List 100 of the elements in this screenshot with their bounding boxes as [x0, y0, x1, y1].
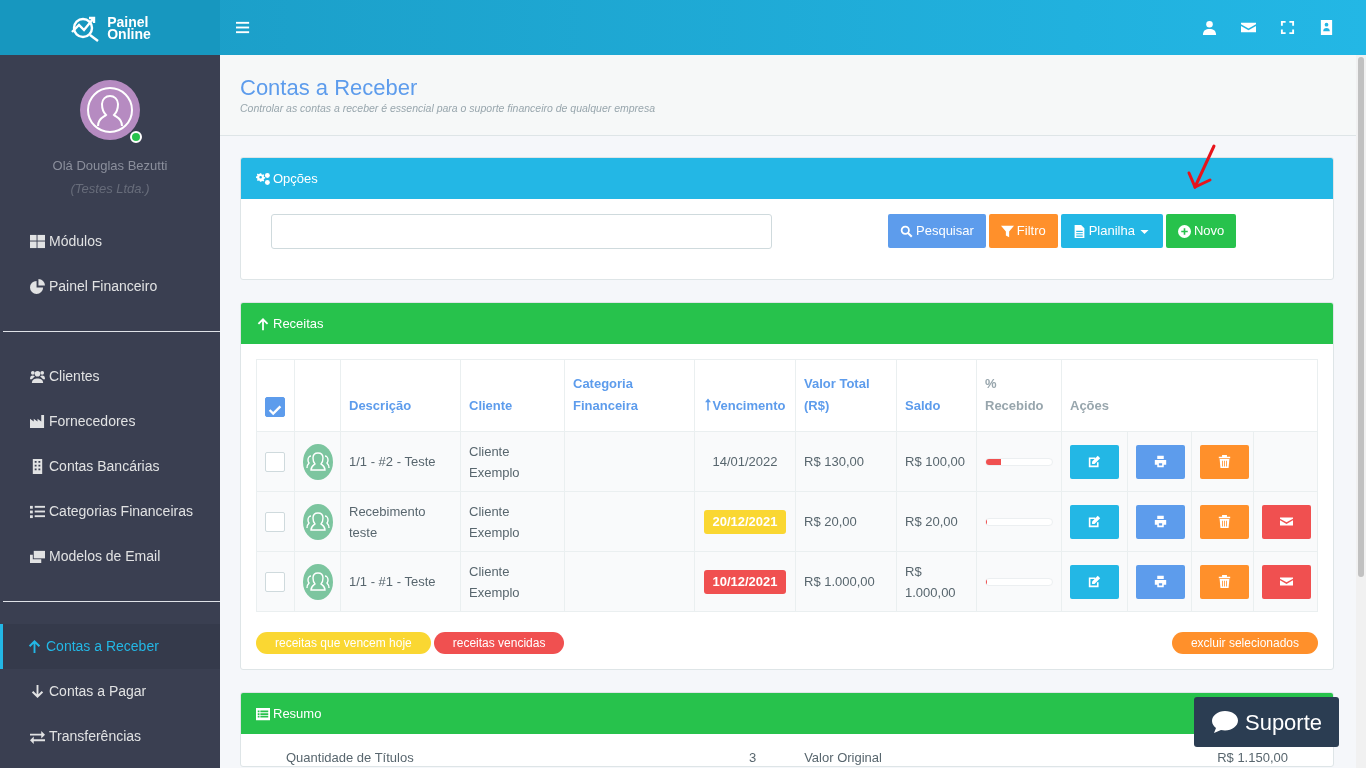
due-date-badge: 10/12/2021 [704, 569, 786, 594]
filter-pill[interactable]: receitas vencidas [433, 632, 565, 654]
print-button[interactable] [1136, 564, 1185, 599]
arrow-up-icon [256, 316, 270, 331]
edit-icon [1088, 515, 1101, 528]
envelope-icon [1280, 515, 1293, 528]
summary-value: R$ 1.150,00 [1217, 749, 1288, 766]
table-cell: Recebimento teste [349, 503, 426, 540]
edit-button[interactable] [1070, 444, 1119, 479]
edit-icon [1088, 575, 1101, 588]
client-avatar [303, 503, 333, 540]
sort-arrow-icon [704, 398, 711, 411]
sidebar-item[interactable]: Clientes [0, 354, 220, 399]
table-cell: R$ 1.000,00 [804, 574, 875, 589]
delete-button[interactable] [1200, 504, 1249, 539]
trash-icon [1218, 455, 1231, 468]
page-subtitle: Controlar as contas a receber é essencial para o suporte financeiro de qualquer empresa [240, 101, 656, 116]
panel-title: Opções [273, 169, 318, 188]
brand-name: Online [107, 27, 151, 40]
sidebar-item[interactable]: Modelos de Email [0, 534, 220, 579]
list-icon [256, 706, 270, 721]
search-icon [900, 224, 913, 238]
user-greeting: Olá Douglas Bezutti [52, 157, 168, 175]
row-checkbox[interactable] [265, 571, 285, 592]
delete-selected-button[interactable]: excluir selecionados [1171, 632, 1318, 654]
summary-label: Quantidade de Títulos [286, 749, 414, 766]
sidebar-item[interactable]: Módulos [0, 219, 220, 264]
row-checkbox[interactable] [265, 451, 285, 472]
new-button[interactable]: Novo [1165, 214, 1237, 248]
chat-icon [1210, 710, 1239, 734]
edit-button[interactable] [1070, 564, 1119, 599]
edit-button[interactable] [1070, 504, 1119, 539]
printer-icon [1154, 515, 1167, 528]
column-header: Ações [1070, 397, 1111, 415]
arrows-icon [30, 729, 45, 744]
sidebar-item[interactable]: Contas a Receber [0, 624, 220, 669]
building-icon [30, 459, 45, 474]
envelope-icon [1280, 575, 1293, 588]
panel-title: Resumo [273, 704, 322, 723]
arrow-down-icon [30, 684, 45, 699]
select-all-checkbox[interactable] [265, 397, 285, 417]
table-cell: R$ 20,00 [804, 514, 857, 529]
table-cell: Cliente Exemplo [469, 503, 520, 540]
user-icon[interactable] [1202, 20, 1217, 35]
trash-icon [1218, 515, 1231, 528]
printer-icon [1154, 455, 1167, 468]
sidebar-item[interactable]: Painel Financeiro [0, 264, 220, 309]
email-button[interactable] [1262, 504, 1311, 539]
table-cell: 1/1 - #2 - Teste [349, 454, 436, 469]
gears-icon [256, 171, 270, 186]
envelopes-icon [30, 549, 45, 564]
table-cell: R$ 20,00 [905, 514, 958, 529]
brand-name: Painel [107, 15, 149, 28]
summary-value: 3 [748, 749, 757, 766]
page-title: Contas a Receber [240, 75, 419, 101]
delete-button[interactable] [1200, 444, 1249, 479]
client-avatar [303, 443, 333, 480]
print-button[interactable] [1136, 504, 1185, 539]
table-cell: R$ 100,00 [905, 454, 965, 469]
edit-icon [1088, 455, 1101, 468]
sidebar-item[interactable]: Fornecedores [0, 399, 220, 444]
sidebar-item[interactable]: Contas a Pagar [0, 669, 220, 714]
panel-title: Receitas [273, 314, 324, 333]
search-field[interactable] [271, 214, 772, 249]
summary-label: Valor Original [804, 749, 882, 766]
sidebar-item[interactable]: Contas Bancárias [0, 444, 220, 489]
search-button[interactable]: Pesquisar [888, 214, 986, 248]
support-button[interactable]: Suporte [1194, 697, 1339, 747]
sidebar-item[interactable]: Transferências [0, 714, 220, 759]
printer-icon [1154, 575, 1167, 588]
email-button[interactable] [1262, 564, 1311, 599]
arrow-up-icon [27, 639, 42, 654]
client-avatar [303, 563, 333, 600]
trash-icon [1218, 575, 1231, 588]
column-header: % Recebido [985, 375, 1045, 415]
sidebar-item[interactable]: Categorias Financeiras [0, 489, 220, 534]
row-checkbox[interactable] [265, 511, 285, 532]
contact-book-icon[interactable] [1319, 20, 1334, 35]
avatar [80, 80, 140, 140]
table-cell: R$ 130,00 [804, 454, 864, 469]
factory-icon [30, 414, 45, 429]
delete-button[interactable] [1200, 564, 1249, 599]
scrollbar[interactable] [1356, 55, 1366, 768]
table-cell: Cliente Exemplo [469, 563, 520, 600]
table-cell: 14/01/2022 [712, 454, 778, 469]
fullscreen-icon[interactable] [1280, 20, 1295, 35]
filter-button[interactable]: Filtro [988, 214, 1058, 248]
envelope-icon[interactable] [1241, 20, 1256, 35]
filter-icon [1000, 224, 1014, 238]
pie-chart-icon [30, 279, 45, 294]
annotation-arrow [1186, 143, 1218, 191]
grid-icon [30, 234, 45, 249]
print-button[interactable] [1136, 444, 1185, 479]
list-icon [30, 504, 45, 519]
menu-icon[interactable] [236, 20, 251, 35]
due-date-badge: 20/12/2021 [704, 509, 786, 534]
table-cell: Cliente Exemplo [469, 443, 520, 480]
table-cell: 1/1 - #1 - Teste [349, 574, 436, 589]
sheet-button[interactable]: Planilha [1060, 214, 1163, 248]
table-cell: R$ 1.000,00 [905, 563, 956, 600]
